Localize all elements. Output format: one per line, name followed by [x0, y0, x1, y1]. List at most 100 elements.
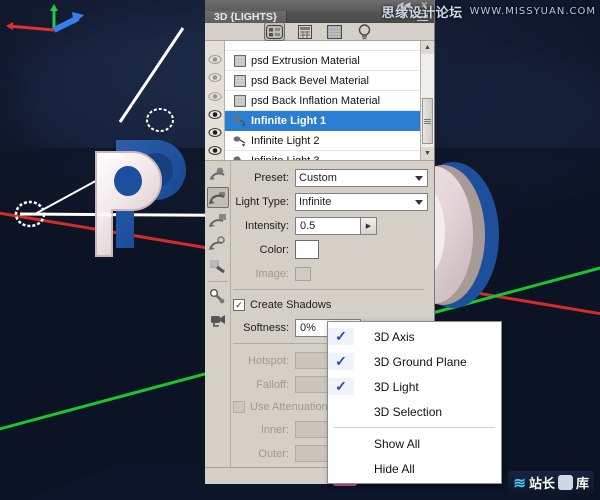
light-type-select[interactable]: Infinite: [295, 193, 428, 211]
list-item[interactable]: psd Extrusion Material: [225, 51, 420, 71]
menu-item-label: Hide All: [354, 462, 415, 476]
list-item[interactable]: psd Back Bevel Material: [225, 71, 420, 91]
slide-light-tool[interactable]: [207, 233, 229, 254]
3d-visibility-context-menu: ✓3D Axis✓3D Ground Plane✓3D Light3D Sele…: [327, 321, 502, 484]
check-icon: ✓: [328, 353, 354, 370]
properties-divider: [233, 289, 424, 290]
softness-value: 0%: [300, 322, 316, 334]
roll-light-tool[interactable]: [207, 210, 229, 231]
menu-item-label: 3D Light: [354, 380, 419, 394]
image-row: Image:: [233, 263, 428, 284]
list-item-label: psd Back Bevel Material: [251, 75, 420, 87]
flame-icon: ≋: [513, 474, 526, 492]
scene-filter-icon[interactable]: [265, 23, 284, 40]
scrollbar-thumb[interactable]: [422, 98, 433, 144]
preset-select[interactable]: Custom: [295, 169, 428, 187]
list-item[interactable]: Infinite Light 1: [225, 111, 420, 131]
list-item-label: Infinite Light 3: [251, 155, 420, 161]
create-shadows-row[interactable]: ✓ Create Shadows: [233, 296, 428, 314]
list-rows: psd Extrusion Material psd Back Bevel Mat…: [225, 41, 420, 160]
tool-separator: [208, 281, 228, 282]
watermark-url: WWW.MISSYUAN.COM: [470, 6, 596, 17]
visibility-column: [205, 41, 225, 160]
watermark-forum-name: 思缘设计论坛: [382, 2, 463, 21]
menu-item[interactable]: ✓3D Axis: [328, 324, 501, 349]
image-label: Image:: [233, 268, 295, 280]
list-scrollbar[interactable]: ▲ ▼: [420, 41, 434, 160]
preset-value: Custom: [299, 172, 337, 184]
materials-filter-icon[interactable]: [325, 23, 344, 40]
scroll-down-arrow-icon[interactable]: ▼: [421, 147, 434, 160]
rotate-light-tool[interactable]: [207, 164, 229, 185]
logo-text-1: 站长: [529, 473, 555, 492]
list-item-label: Infinite Light 1: [251, 115, 420, 127]
material-swatch-icon: [233, 94, 246, 107]
visibility-toggle-1[interactable]: [205, 69, 224, 87]
context-menu-separator: [334, 427, 495, 428]
3d-tools-column: [205, 161, 231, 467]
menu-item[interactable]: 3D Selection: [328, 399, 501, 424]
menu-item[interactable]: Hide All: [328, 456, 501, 481]
color-label: Color:: [233, 244, 295, 256]
light-icon: [233, 114, 246, 127]
color-swatch[interactable]: [295, 240, 319, 259]
logo-badge-icon: [558, 475, 573, 490]
outer-label: Outer:: [233, 448, 295, 460]
watermark-top: 思缘设计论坛 WWW.MISSYUAN.COM: [382, 2, 596, 21]
3d-axis-gizmo[interactable]: [6, 4, 96, 70]
chevron-down-icon: [415, 176, 423, 181]
tab-3d-lights[interactable]: 3D {LIGHTS}: [205, 11, 287, 23]
menu-item-label: 3D Selection: [354, 405, 442, 419]
list-item[interactable]: psd Back Inflation Material: [225, 91, 420, 111]
list-row-partial: [225, 43, 420, 51]
visibility-toggle-2[interactable]: [205, 87, 224, 105]
intensity-value: 0.5: [300, 220, 315, 232]
preset-row: Preset: Custom: [233, 167, 428, 188]
light-icon: [233, 134, 246, 147]
falloff-label: Falloff:: [233, 379, 295, 391]
color-row: Color:: [233, 239, 428, 260]
light-type-row: Light Type: Infinite: [233, 191, 428, 212]
visibility-toggle-3[interactable]: [205, 105, 224, 123]
list-item-label: psd Back Inflation Material: [251, 95, 420, 107]
intensity-label: Intensity:: [233, 220, 295, 232]
intensity-input[interactable]: 0.5: [295, 217, 361, 235]
visibility-toggle-partial[interactable]: [205, 43, 224, 50]
check-icon: ✓: [328, 328, 354, 345]
check-icon: ✓: [328, 378, 354, 395]
list-item-label: psd Extrusion Material: [251, 55, 420, 67]
chevron-down-icon: [415, 200, 423, 205]
logo-text-2: 库: [576, 473, 589, 492]
watermark-bottom-logo: ≋ 站长 库: [508, 471, 594, 494]
paint-tool[interactable]: [207, 256, 229, 277]
lights-filter-icon[interactable]: [355, 23, 374, 40]
letter-p-3d[interactable]: [78, 138, 196, 263]
hotspot-label: Hotspot:: [233, 355, 295, 367]
create-shadows-label: Create Shadows: [250, 299, 331, 311]
material-swatch-icon: [233, 74, 246, 87]
visibility-toggle-5[interactable]: [205, 142, 224, 160]
point-light-tool[interactable]: [207, 286, 229, 307]
use-attenuation-label: Use Attenuation: [250, 401, 328, 413]
mesh-filter-icon[interactable]: [295, 23, 314, 40]
visibility-toggle-4[interactable]: [205, 123, 224, 141]
list-item[interactable]: Infinite Light 2: [225, 131, 420, 151]
create-shadows-checkbox[interactable]: ✓: [233, 299, 245, 311]
preset-label: Preset:: [233, 172, 295, 184]
drag-light-tool[interactable]: [207, 187, 229, 208]
intensity-stepper[interactable]: ▶: [361, 217, 377, 235]
scrollbar-track[interactable]: [421, 54, 434, 147]
visibility-toggle-0[interactable]: [205, 50, 224, 68]
image-picker-button: [295, 267, 311, 281]
light-type-value: Infinite: [299, 196, 331, 208]
menu-item[interactable]: ✓3D Light: [328, 374, 501, 399]
list-item[interactable]: Infinite Light 3: [225, 151, 420, 160]
scroll-up-arrow-icon[interactable]: ▲: [421, 41, 434, 54]
menu-item[interactable]: ✓3D Ground Plane: [328, 349, 501, 374]
camera-light-tool[interactable]: [207, 309, 229, 330]
intensity-row: Intensity: 0.5 ▶: [233, 215, 428, 236]
menu-item-label: Show All: [354, 437, 420, 451]
light-type-label: Light Type:: [233, 196, 295, 208]
3d-object-list[interactable]: psd Extrusion Material psd Back Bevel Mat…: [205, 41, 434, 161]
menu-item[interactable]: Show All: [328, 431, 501, 456]
